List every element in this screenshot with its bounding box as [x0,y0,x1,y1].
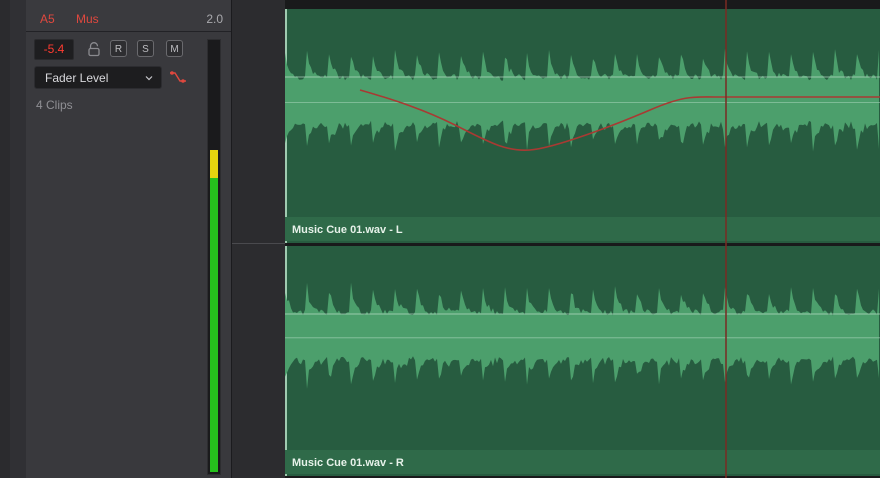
level-meter [207,39,221,475]
volume-readout[interactable]: -5.4 [34,39,74,60]
timeline-area[interactable]: Music Cue 01.wav - L Music Cue 01.wav - R [285,0,880,478]
track-header-top: A5 Mus 2.0 [26,0,231,32]
automation-mode-value: Fader Level [45,71,109,85]
chevron-down-icon [145,76,153,81]
audio-clip[interactable]: Music Cue 01.wav - R [285,246,880,476]
header-gutter [232,0,285,478]
record-button[interactable]: R [110,40,127,57]
audio-clip[interactable]: Music Cue 01.wav - L [285,9,880,243]
audio-timeline-app: A5 Mus 2.0 -5.4 R S M Fader Level 4 Clip… [0,0,880,478]
clip-label: Music Cue 01.wav - R [292,457,404,469]
keyframe-icon[interactable] [168,69,188,85]
automation-mode-select[interactable]: Fader Level [34,66,162,89]
clips-count: 4 Clips [36,98,73,112]
track-id: A5 [40,12,55,26]
level-meter-fill [210,178,218,472]
left-inner-strip [10,0,27,478]
track-level-readout: 2.0 [206,12,223,26]
clip-label: Music Cue 01.wav - L [292,224,403,236]
track-name[interactable]: Mus [76,12,99,26]
lock-icon[interactable] [86,41,102,57]
lane-divider [232,243,285,244]
mute-button[interactable]: M [166,40,183,57]
timeline-canvas[interactable]: Music Cue 01.wav - L Music Cue 01.wav - R [285,0,880,478]
track-header[interactable]: A5 Mus 2.0 -5.4 R S M Fader Level 4 Clip… [26,0,232,478]
level-meter-peak [210,150,218,178]
solo-button[interactable]: S [137,40,154,57]
